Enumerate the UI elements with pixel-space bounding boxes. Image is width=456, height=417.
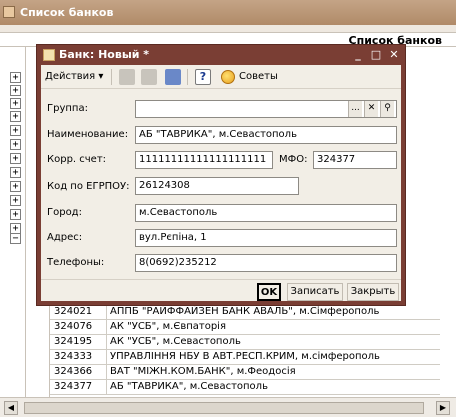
lightbulb-icon: [221, 70, 235, 84]
tree-expand-icon[interactable]: +: [10, 72, 21, 83]
cell-name: АК "УСБ", м.Севастополь: [110, 336, 241, 347]
cell-divider: [106, 365, 107, 380]
tree-expand-icon[interactable]: +: [10, 139, 21, 150]
tree-expand-icon[interactable]: +: [10, 85, 21, 96]
bank-dialog: Банк: Новый * _ □ ✕ Действия ▾ ? Советы …: [36, 44, 406, 306]
bank-list-titlebar: Список банков: [0, 0, 456, 25]
mfo-field[interactable]: 324377: [313, 151, 397, 169]
tree-expand-icon[interactable]: +: [10, 111, 21, 122]
close-button[interactable]: Закрыть: [347, 283, 399, 301]
egrpou-label: Код по ЕГРПОУ:: [47, 181, 130, 192]
bank-list-title: Список банков: [20, 6, 114, 19]
cell-code: 324076: [54, 321, 93, 332]
address-field[interactable]: вул.Рєпіна, 1: [135, 229, 397, 247]
refresh-icon[interactable]: [165, 69, 181, 85]
table-row[interactable]: 324021 АППБ "РАЙФФАЙЗЕН БАНК АВАЛЬ", м.С…: [50, 305, 440, 320]
cell-name: УПРАВЛІННЯ НБУ В АВТ.РЕСП.КРИМ, м.сімфер…: [110, 351, 380, 362]
name-label: Наименование:: [47, 129, 129, 140]
cell-name: ВАТ "МІЖН.КОМ.БАНК", м.Феодосія: [110, 366, 296, 377]
table-row[interactable]: 324377 АБ "ТАВРИКА", м.Севастополь: [50, 380, 440, 395]
dialog-icon: [43, 49, 55, 61]
minimize-button[interactable]: _: [351, 48, 365, 62]
address-label: Адрес:: [47, 232, 83, 243]
tree-expand-icon[interactable]: +: [10, 98, 21, 109]
table-row[interactable]: 324366 ВАТ "МІЖН.КОМ.БАНК", м.Феодосія: [50, 365, 440, 380]
corr-account-field[interactable]: 11111111111111111111: [135, 151, 273, 169]
egrpou-field[interactable]: 26124308: [135, 177, 299, 195]
tree-collapse-icon[interactable]: −: [10, 233, 21, 244]
back-icon[interactable]: [119, 69, 135, 85]
cell-divider: [106, 350, 107, 365]
table-row[interactable]: 324333 УПРАВЛІННЯ НБУ В АВТ.РЕСП.КРИМ, м…: [50, 350, 440, 365]
toolbar-divider: [187, 69, 188, 85]
sovety-label: Советы: [239, 71, 278, 82]
cell-code: 324377: [54, 381, 93, 392]
tree-expand-icon[interactable]: +: [10, 195, 21, 206]
cell-divider: [106, 335, 107, 350]
city-field[interactable]: м.Севастополь: [135, 204, 397, 222]
phone-label: Телефоны:: [47, 257, 105, 268]
cell-name: АБ "ТАВРИКА", м.Севастополь: [110, 381, 268, 392]
dialog-toolbar: Действия ▾ ? Советы: [41, 65, 401, 89]
dialog-title: Банк: Новый *: [59, 48, 150, 61]
table-row[interactable]: 324195 АК "УСБ", м.Севастополь: [50, 335, 440, 350]
group-select-button[interactable]: ...: [348, 101, 362, 117]
cell-divider: [106, 305, 107, 320]
dialog-titlebar[interactable]: Банк: Новый * _ □ ✕: [37, 45, 405, 65]
scroll-thumb[interactable]: [24, 402, 424, 414]
toolbar-strip: [0, 25, 456, 33]
cell-name: АППБ "РАЙФФАЙЗЕН БАНК АВАЛЬ", м.Сімфероп…: [110, 306, 380, 317]
tree-column: + + + + + + + + + + + + −: [0, 47, 26, 397]
city-label: Город:: [47, 207, 82, 218]
name-field[interactable]: АБ "ТАВРИКА", м.Севастополь: [135, 126, 397, 144]
maximize-button[interactable]: □: [369, 48, 383, 62]
cell-code: 324333: [54, 351, 93, 362]
scroll-right-icon[interactable]: ▶: [436, 401, 450, 415]
phone-field[interactable]: 8(0692)235212: [135, 254, 397, 272]
copy-icon[interactable]: [141, 69, 157, 85]
app-icon: [3, 6, 15, 18]
save-button[interactable]: Записать: [287, 283, 343, 301]
close-window-button[interactable]: ✕: [387, 48, 401, 62]
corr-account-label: Корр. счет:: [47, 154, 107, 165]
help-icon[interactable]: ?: [195, 69, 211, 85]
cell-divider: [106, 320, 107, 335]
tree-expand-icon[interactable]: +: [10, 167, 21, 178]
dialog-body: Действия ▾ ? Советы Группа: ... ✕ ⚲ Наим…: [41, 65, 401, 301]
cell-code: 324366: [54, 366, 93, 377]
dialog-footer: OK Записать Закрыть: [41, 279, 401, 301]
actions-menu[interactable]: Действия ▾: [45, 69, 103, 85]
cell-divider: [106, 380, 107, 395]
tree-expand-icon[interactable]: +: [10, 153, 21, 164]
mfo-label: МФО:: [279, 154, 308, 165]
tree-expand-icon[interactable]: +: [10, 181, 21, 192]
toolbar-divider: [111, 69, 112, 85]
tree-expand-icon[interactable]: +: [10, 125, 21, 136]
bank-table: 324021 АППБ "РАЙФФАЙЗЕН БАНК АВАЛЬ", м.С…: [50, 305, 456, 397]
group-field[interactable]: ... ✕ ⚲: [135, 100, 397, 118]
ok-button[interactable]: OK: [257, 283, 281, 301]
sovety-button[interactable]: Советы: [221, 69, 278, 85]
group-find-icon[interactable]: ⚲: [380, 101, 394, 117]
table-row[interactable]: 324076 АК "УСБ", м.Євпаторія: [50, 320, 440, 335]
tree-expand-icon[interactable]: +: [10, 209, 21, 220]
scroll-left-icon[interactable]: ◀: [4, 401, 18, 415]
cell-code: 324195: [54, 336, 93, 347]
group-label: Группа:: [47, 103, 88, 114]
horizontal-scrollbar[interactable]: ◀ ▶: [0, 397, 456, 417]
cell-code: 324021: [54, 306, 93, 317]
cell-name: АК "УСБ", м.Євпаторія: [110, 321, 226, 332]
group-clear-button[interactable]: ✕: [364, 101, 378, 117]
